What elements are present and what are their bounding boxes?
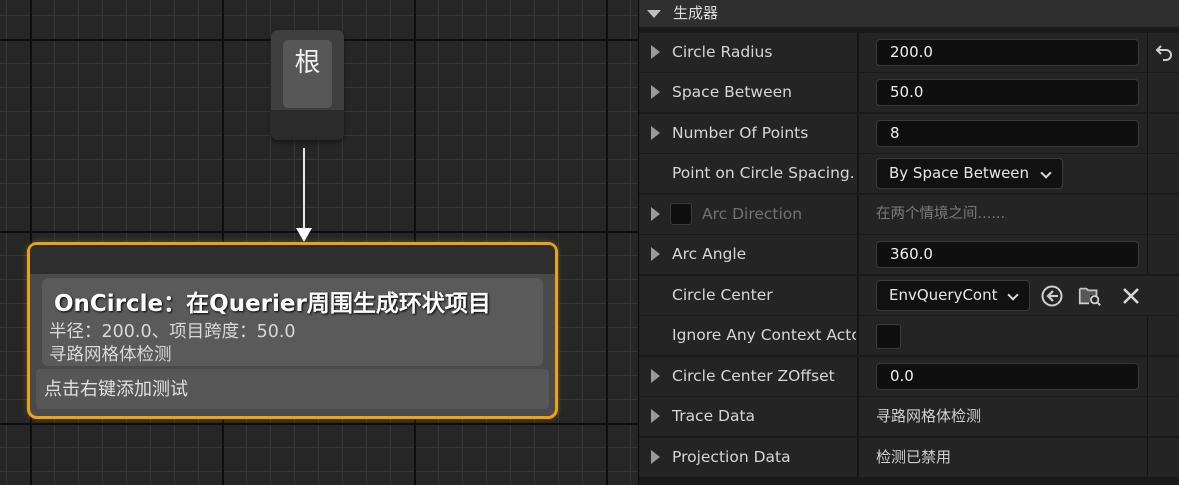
node-tests-area[interactable]: 点击右键添加测试 — [36, 369, 549, 409]
property-label: Circle Center ZOffset — [672, 367, 835, 385]
expand-triangle-icon[interactable] — [651, 409, 660, 423]
category-label: 生成器 — [673, 4, 719, 22]
property-label: Circle Center — [672, 286, 773, 304]
property-name-cell: Projection Data — [639, 438, 857, 477]
property-name-cell: Circle Center — [639, 276, 857, 315]
connection-arrow-icon — [296, 228, 312, 242]
column-splitter[interactable] — [857, 73, 859, 112]
expand-triangle-icon[interactable] — [651, 85, 660, 99]
node-body: OnCircle：在Querier周围生成环状项目 半径：200.0、项目跨度：… — [42, 278, 543, 366]
column-splitter[interactable] — [857, 195, 859, 234]
arc-angle-input[interactable]: 360.0 — [876, 241, 1139, 268]
column-splitter[interactable] — [857, 357, 859, 396]
column-splitter[interactable] — [857, 154, 859, 193]
property-row-point-spacing: Point on Circle Spacing... By Space Betw… — [639, 154, 1179, 193]
property-name-cell: Trace Data — [639, 397, 857, 436]
number-of-points-input[interactable]: 8 — [876, 120, 1139, 147]
reset-cell — [1147, 357, 1179, 396]
property-row-trace-data: Trace Data 寻路网格体检测 — [639, 397, 1179, 436]
reset-cell — [1147, 397, 1179, 436]
dropdown-value: By Space Between — [889, 164, 1030, 182]
chevron-down-icon — [1040, 167, 1052, 179]
triangle-down-icon[interactable] — [647, 10, 661, 18]
oncircle-generator-node[interactable]: OnCircle：在Querier周围生成环状项目 半径：200.0、项目跨度：… — [27, 242, 558, 419]
trace-data-value: 寻路网格体检测 — [876, 407, 982, 425]
property-name-cell: Arc Angle — [639, 235, 857, 274]
projection-data-value: 检测已禁用 — [876, 448, 952, 466]
reset-cell — [1147, 438, 1179, 477]
property-row-arc-angle: Arc Angle 360.0 — [639, 235, 1179, 274]
reset-cell — [1147, 195, 1179, 234]
column-splitter[interactable] — [857, 397, 859, 436]
property-label: Trace Data — [672, 407, 756, 425]
reset-cell — [1147, 235, 1179, 274]
column-splitter[interactable] — [857, 114, 859, 153]
arc-direction-checkbox[interactable] — [670, 203, 692, 225]
property-name-cell: Circle Center ZOffset — [639, 357, 857, 396]
chevron-down-icon — [1007, 289, 1019, 301]
expand-triangle-icon[interactable] — [651, 369, 660, 383]
expand-triangle-icon[interactable] — [651, 247, 660, 261]
dropdown-value: EnvQueryCont — [889, 286, 998, 304]
details-panel: 生成器 Circle Radius 200.0 Space Between 50… — [639, 0, 1179, 485]
property-row-space-between: Space Between 50.0 — [639, 73, 1179, 112]
reset-cell — [1147, 73, 1179, 112]
reset-cell — [1147, 33, 1179, 72]
expand-triangle-icon[interactable] — [651, 207, 660, 221]
property-name-cell: Number Of Points — [639, 114, 857, 153]
node-title: OnCircle：在Querier周围生成环状项目 — [54, 291, 491, 317]
expand-triangle-icon[interactable] — [651, 126, 660, 140]
category-header-generator[interactable]: 生成器 — [639, 0, 1179, 27]
property-label: Point on Circle Spacing... — [672, 164, 856, 182]
root-node[interactable]: 根 — [271, 30, 344, 140]
column-splitter[interactable] — [857, 438, 859, 477]
arc-direction-value: 在两个情境之间...... — [876, 206, 1006, 222]
property-row-arc-direction: Arc Direction 在两个情境之间...... — [639, 195, 1179, 234]
node-input-pin[interactable] — [30, 245, 555, 274]
reset-to-default-icon[interactable] — [1155, 44, 1174, 61]
column-splitter[interactable] — [857, 276, 859, 315]
root-node-label: 根 — [283, 40, 332, 108]
node-detail-params: 半径：200.0、项目跨度：50.0 — [49, 322, 296, 342]
property-name-cell: Ignore Any Context Acto... — [639, 316, 857, 355]
property-label: Number Of Points — [672, 124, 809, 142]
expand-triangle-icon[interactable] — [651, 450, 660, 464]
property-name-cell: Point on Circle Spacing... — [639, 154, 857, 193]
property-name-cell: Circle Radius — [639, 33, 857, 72]
property-row-circle-center: Circle Center EnvQueryCont — [639, 276, 1179, 315]
property-name-cell: Arc Direction — [639, 195, 857, 234]
property-row-circle-center-zoffset: Circle Center ZOffset 0.0 — [639, 357, 1179, 396]
reset-cell — [1147, 114, 1179, 153]
column-splitter[interactable] — [857, 235, 859, 274]
property-label: Projection Data — [672, 448, 791, 466]
ignore-context-checkbox[interactable] — [876, 324, 901, 349]
circle-radius-input[interactable]: 200.0 — [876, 39, 1139, 66]
node-connection-line — [303, 148, 305, 234]
circle-center-dropdown[interactable]: EnvQueryCont — [876, 280, 1030, 311]
property-row-ignore-context: Ignore Any Context Acto... — [639, 316, 1179, 355]
space-between-input[interactable]: 50.0 — [876, 79, 1139, 106]
behavior-graph-canvas[interactable]: 根 OnCircle：在Querier周围生成环状项目 半径：200.0、项目跨… — [0, 0, 638, 485]
column-splitter[interactable] — [857, 33, 859, 72]
property-label: Arc Angle — [672, 245, 747, 263]
close-icon[interactable] — [1119, 284, 1143, 308]
root-node-output-pin[interactable] — [271, 110, 344, 140]
circle-center-zoffset-input[interactable]: 0.0 — [876, 363, 1139, 390]
point-spacing-dropdown[interactable]: By Space Between — [876, 158, 1063, 189]
reset-cell — [1147, 154, 1179, 193]
column-splitter[interactable] — [857, 316, 859, 355]
folder-search-icon[interactable] — [1078, 284, 1102, 308]
property-name-cell: Space Between — [639, 73, 857, 112]
expand-triangle-icon[interactable] — [651, 45, 660, 59]
node-detail-trace: 寻路网格体检测 — [49, 345, 172, 365]
arrow-left-circle-icon[interactable] — [1040, 284, 1064, 308]
property-label: Space Between — [672, 83, 792, 101]
property-label: Arc Direction — [702, 205, 803, 223]
reset-cell — [1147, 316, 1179, 355]
property-row-projection-data: Projection Data 检测已禁用 — [639, 438, 1179, 477]
property-row-circle-radius: Circle Radius 200.0 — [639, 33, 1179, 72]
property-label: Circle Radius — [672, 43, 773, 61]
property-row-number-of-points: Number Of Points 8 — [639, 114, 1179, 153]
property-label: Ignore Any Context Acto... — [672, 326, 856, 344]
